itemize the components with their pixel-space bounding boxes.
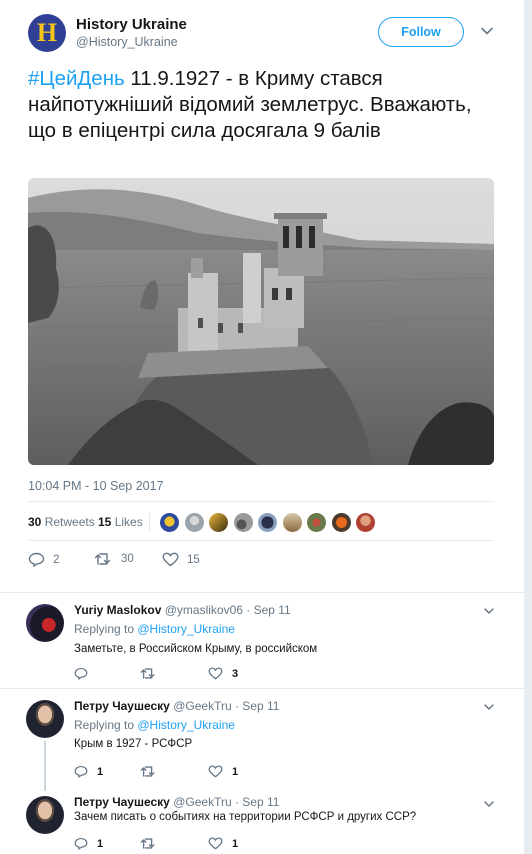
divider	[149, 513, 150, 531]
reply-text: Зачем писать о событиях на территории РС…	[74, 811, 417, 823]
reply-action[interactable]	[74, 667, 97, 680]
replying-prefix: Replying to	[74, 718, 138, 732]
reply-meta[interactable]: @GeekTru · Sep 11	[173, 795, 279, 809]
reply-actions: 3	[74, 667, 274, 683]
likes-count: 15	[98, 515, 112, 529]
page-scrollbar-track[interactable]	[524, 0, 532, 854]
liker-avatar[interactable]	[160, 513, 179, 532]
reply-meta[interactable]: @ymaslikov06 · Sep 11	[165, 603, 291, 617]
reply-header: Петру Чаушеску @GeekTru · Sep 11	[74, 795, 279, 809]
reply-count: 2	[53, 553, 60, 566]
retweet-count: 30	[121, 553, 134, 565]
reply-text: Крым в 1927 - РСФСР	[74, 738, 193, 750]
retweet-icon	[94, 553, 111, 565]
thread-connector	[44, 741, 46, 791]
reply-icon	[74, 667, 88, 680]
like-action[interactable]: 15	[162, 552, 200, 567]
like-action[interactable]: 1	[208, 765, 238, 778]
liker-avatar[interactable]	[209, 513, 228, 532]
tweet-text: #ЦейДень 11.9.1927 - в Криму стався найп…	[28, 66, 498, 144]
likes-label: Likes	[114, 515, 143, 529]
reply-header: Петру Чаушеску @GeekTru · Sep 11	[74, 699, 279, 713]
reply-action[interactable]: 2	[28, 552, 59, 567]
reply-action[interactable]: 1	[74, 837, 103, 850]
replying-to: Replying to @History_Ukraine	[74, 718, 235, 732]
reply-author-name[interactable]: Yuriy Maslokov	[74, 603, 161, 617]
retweet-icon	[140, 766, 155, 777]
chevron-down-icon[interactable]	[483, 701, 495, 713]
replying-to: Replying to @History_Ukraine	[74, 622, 235, 636]
tweet-header: H History Ukraine @History_Ukraine Follo…	[28, 12, 498, 54]
replying-to-link[interactable]: @History_Ukraine	[137, 718, 235, 732]
heart-icon	[208, 837, 223, 850]
replying-prefix: Replying to	[74, 622, 138, 636]
reply-header: Yuriy Maslokov @ymaslikov06 · Sep 11	[74, 603, 291, 617]
like-count: 15	[187, 553, 200, 566]
retweet-icon	[140, 668, 155, 679]
divider	[28, 540, 494, 541]
liker-avatar[interactable]	[233, 513, 253, 532]
reply-icon	[74, 837, 88, 850]
reply-icon	[28, 552, 45, 567]
chevron-down-icon[interactable]	[483, 605, 495, 617]
reply-tweet[interactable]: Yuriy Maslokov @ymaslikov06 · Sep 11 Rep…	[0, 592, 524, 688]
hashtag-link[interactable]: #ЦейДень	[28, 67, 125, 90]
like-count: 3	[232, 667, 239, 680]
reply-icon	[74, 765, 88, 778]
like-action[interactable]: 3	[208, 667, 238, 680]
retweet-icon	[140, 838, 155, 849]
avatar-letter: H	[36, 18, 58, 47]
author-avatar[interactable]: H	[28, 14, 66, 52]
retweet-action[interactable]: 30	[94, 552, 134, 566]
chevron-down-icon[interactable]	[480, 24, 494, 38]
heart-icon	[208, 765, 223, 778]
liker-avatar[interactable]	[331, 513, 351, 532]
retweet-action[interactable]	[140, 667, 166, 680]
tweet-actions: 2 30 15	[28, 552, 228, 570]
follow-button[interactable]: Follow	[378, 17, 464, 47]
avatar[interactable]	[26, 604, 64, 642]
tweet-timestamp[interactable]: 10:04 PM - 10 Sep 2017	[28, 479, 164, 493]
like-action[interactable]: 1	[208, 837, 238, 850]
reply-tweet[interactable]: Петру Чаушеску @GeekTru · Sep 11 Зачем п…	[0, 792, 524, 854]
reply-count: 1	[97, 765, 104, 778]
liker-avatars	[160, 513, 381, 532]
reply-meta[interactable]: @GeekTru · Sep 11	[173, 699, 279, 713]
reply-actions: 1 1	[74, 837, 274, 853]
retweets-count: 30	[28, 515, 42, 529]
tweet-photo[interactable]	[28, 178, 494, 465]
heart-icon	[162, 552, 179, 567]
author-name[interactable]: History Ukraine	[76, 16, 187, 33]
reply-count: 1	[97, 837, 104, 850]
liker-avatar[interactable]	[356, 513, 375, 532]
replying-to-link[interactable]: @History_Ukraine	[137, 622, 235, 636]
reply-text: Заметьте, в Российском Крыму, в российск…	[74, 643, 318, 655]
chevron-down-icon[interactable]	[483, 798, 495, 810]
liker-avatar[interactable]	[307, 513, 326, 532]
heart-icon	[208, 667, 223, 680]
reply-action[interactable]: 1	[74, 765, 103, 778]
castle-photo-image	[28, 178, 494, 465]
liker-avatar[interactable]	[258, 513, 277, 532]
retweet-action[interactable]	[140, 765, 166, 778]
likes-stat[interactable]: 15 Likes	[98, 515, 143, 529]
avatar[interactable]	[26, 796, 64, 834]
like-count: 1	[232, 837, 239, 850]
like-count: 1	[232, 765, 239, 778]
retweets-label: Retweets	[44, 515, 95, 529]
reply-author-name[interactable]: Петру Чаушеску	[74, 795, 170, 809]
divider	[28, 501, 494, 502]
author-handle[interactable]: @History_Ukraine	[76, 35, 178, 49]
retweets-stat[interactable]: 30 Retweets	[28, 515, 95, 529]
reply-tweet[interactable]: Петру Чаушеску @GeekTru · Sep 11 Replyin…	[0, 688, 524, 792]
avatar[interactable]	[26, 700, 64, 738]
reply-actions: 1 1	[74, 765, 274, 781]
liker-avatar[interactable]	[184, 513, 204, 532]
retweet-action[interactable]	[140, 837, 166, 850]
liker-avatar[interactable]	[282, 513, 302, 532]
reply-author-name[interactable]: Петру Чаушеску	[74, 699, 170, 713]
